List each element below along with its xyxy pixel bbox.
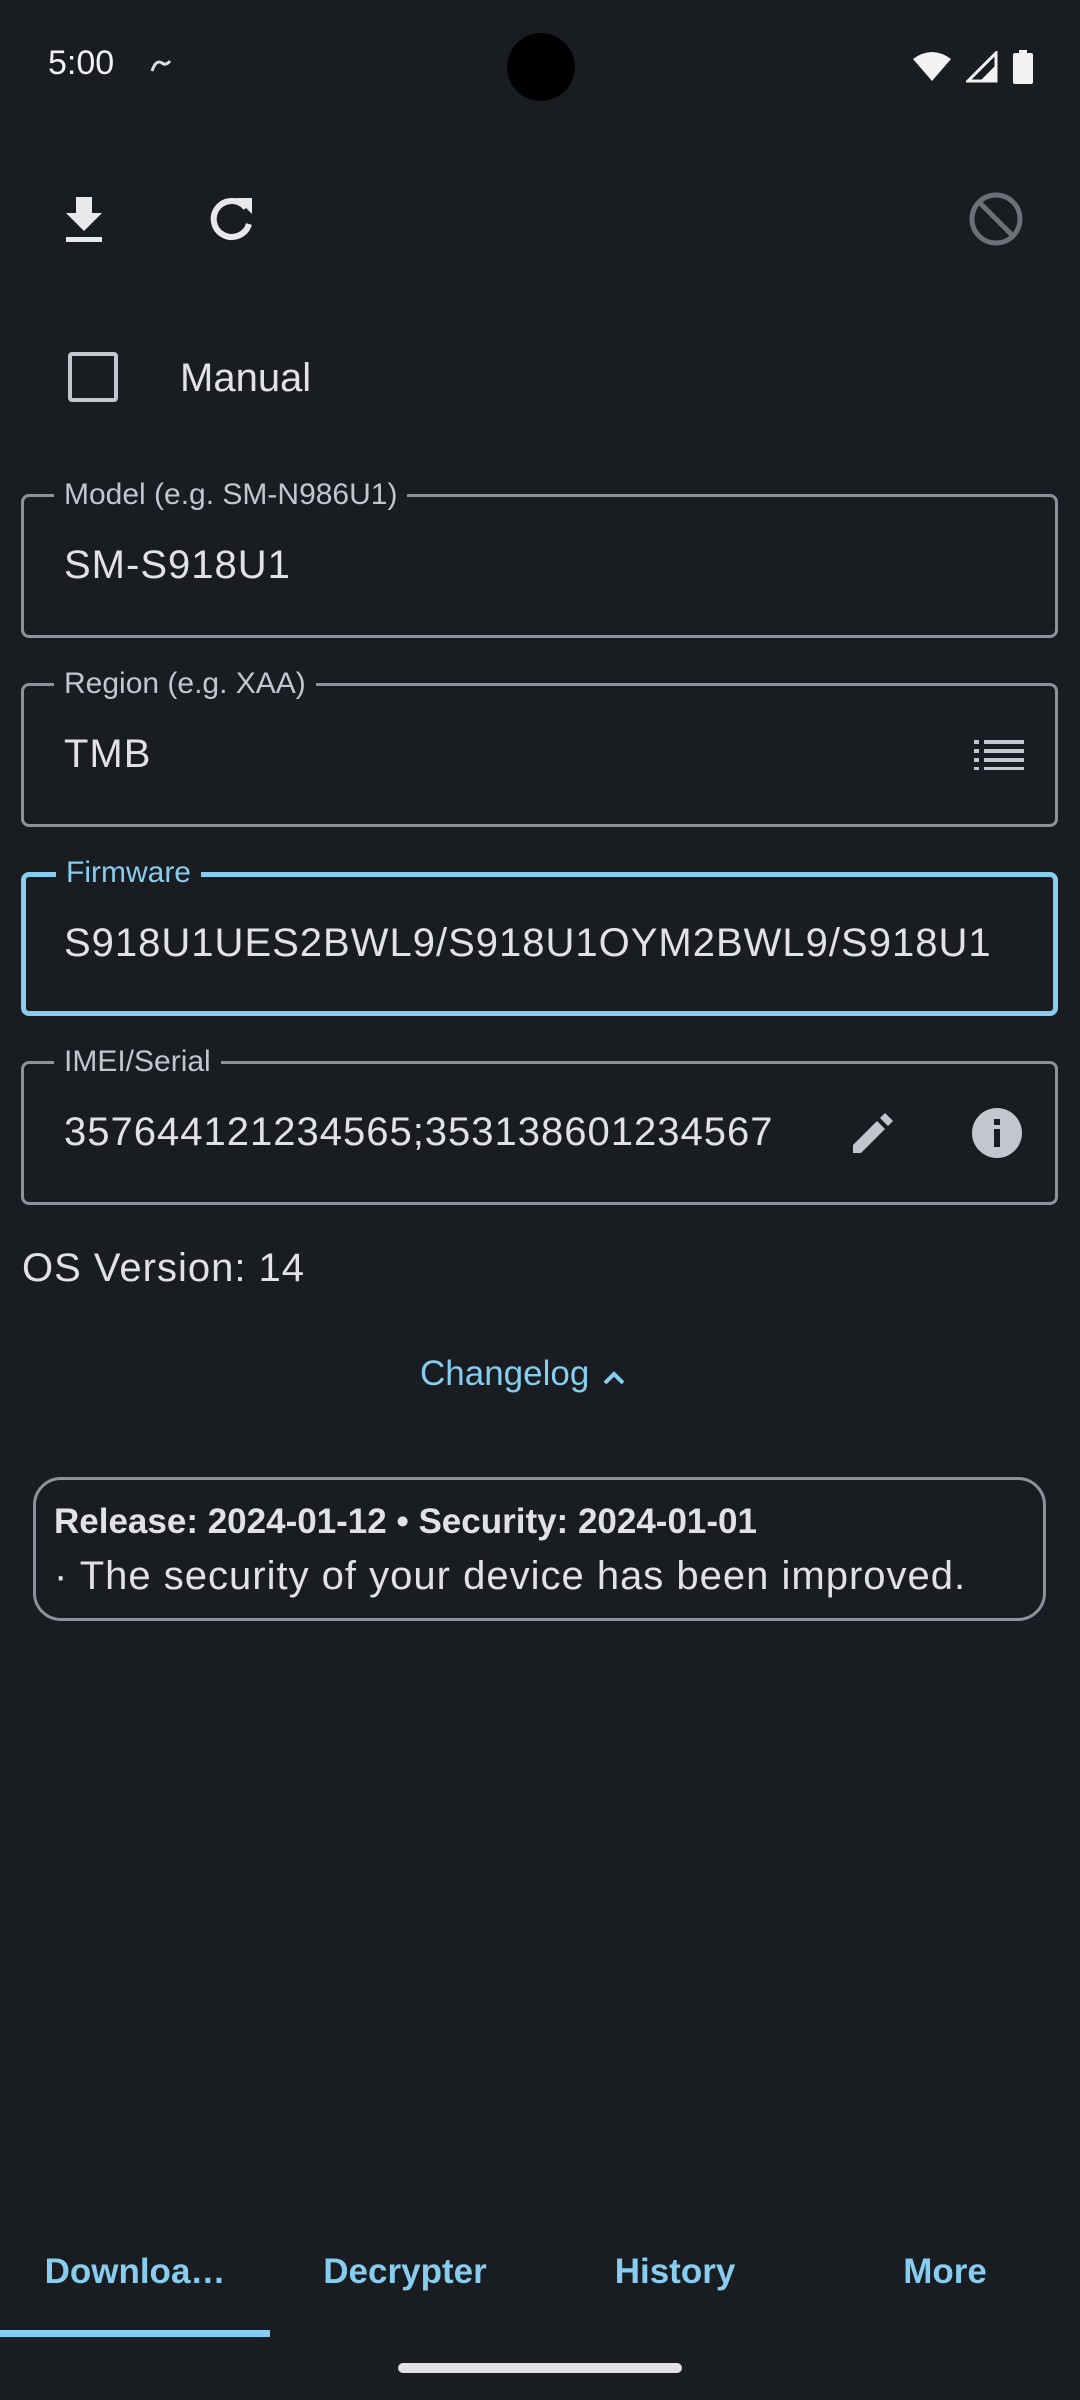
download-button[interactable] [39, 176, 129, 266]
changelog-header: Release: 2024-01-12 • Security: 2024-01-… [54, 1502, 757, 1541]
chevron-up-icon [603, 1354, 625, 1394]
changelog-button[interactable]: Changelog [420, 1354, 625, 1394]
cancel-icon [968, 191, 1024, 252]
tab-downloader[interactable]: Downloa… [0, 2220, 270, 2340]
imei-input[interactable]: 357644121234565;353138601234567 [64, 1110, 819, 1155]
tab-decrypter[interactable]: Decrypter [270, 2220, 540, 2340]
manual-checkbox[interactable] [68, 352, 118, 402]
bottom-tab-bar: Downloa… Decrypter History More [0, 2220, 1080, 2340]
notification-icon [150, 56, 172, 79]
model-field-label: Model (e.g. SM-N986U1) [54, 478, 408, 512]
status-icons [912, 49, 1034, 89]
wifi-icon [912, 51, 952, 88]
model-input[interactable]: SM-S918U1 [64, 543, 1024, 588]
changelog-label: Changelog [420, 1354, 590, 1393]
camera-cutout [507, 33, 575, 101]
edit-icon[interactable] [838, 1098, 908, 1168]
changelog-card: Release: 2024-01-12 • Security: 2024-01-… [33, 1477, 1046, 1621]
model-field[interactable]: Model (e.g. SM-N986U1) SM-S918U1 [21, 478, 1058, 638]
battery-icon [1012, 50, 1034, 89]
refresh-button[interactable] [186, 176, 276, 266]
firmware-input[interactable]: S918U1UES2BWL9/S918U1OYM2BWL9/S918U1 [64, 921, 1046, 966]
firmware-field[interactable]: Firmware S918U1UES2BWL9/S918U1OYM2BWL9/S… [21, 856, 1058, 1016]
os-version: OS Version: 14 [22, 1246, 306, 1290]
status-time: 5:00 [48, 44, 115, 82]
list-icon[interactable] [964, 720, 1034, 790]
changelog-body: · The security of your device has been i… [54, 1554, 967, 1598]
refresh-icon [206, 194, 256, 249]
firmware-field-label: Firmware [56, 856, 201, 890]
signal-icon [964, 49, 998, 88]
region-field-label: Region (e.g. XAA) [54, 667, 316, 701]
region-input[interactable]: TMB [64, 732, 924, 777]
download-icon [62, 195, 106, 248]
info-icon[interactable] [962, 1098, 1032, 1168]
manual-label: Manual [180, 356, 312, 400]
cancel-button[interactable] [951, 176, 1041, 266]
imei-field-label: IMEI/Serial [54, 1045, 221, 1079]
imei-field[interactable]: IMEI/Serial 357644121234565;353138601234… [21, 1045, 1058, 1205]
tab-history[interactable]: History [540, 2220, 810, 2340]
home-indicator[interactable] [398, 2363, 682, 2373]
tab-more[interactable]: More [810, 2220, 1080, 2340]
region-field[interactable]: Region (e.g. XAA) TMB [21, 667, 1058, 827]
